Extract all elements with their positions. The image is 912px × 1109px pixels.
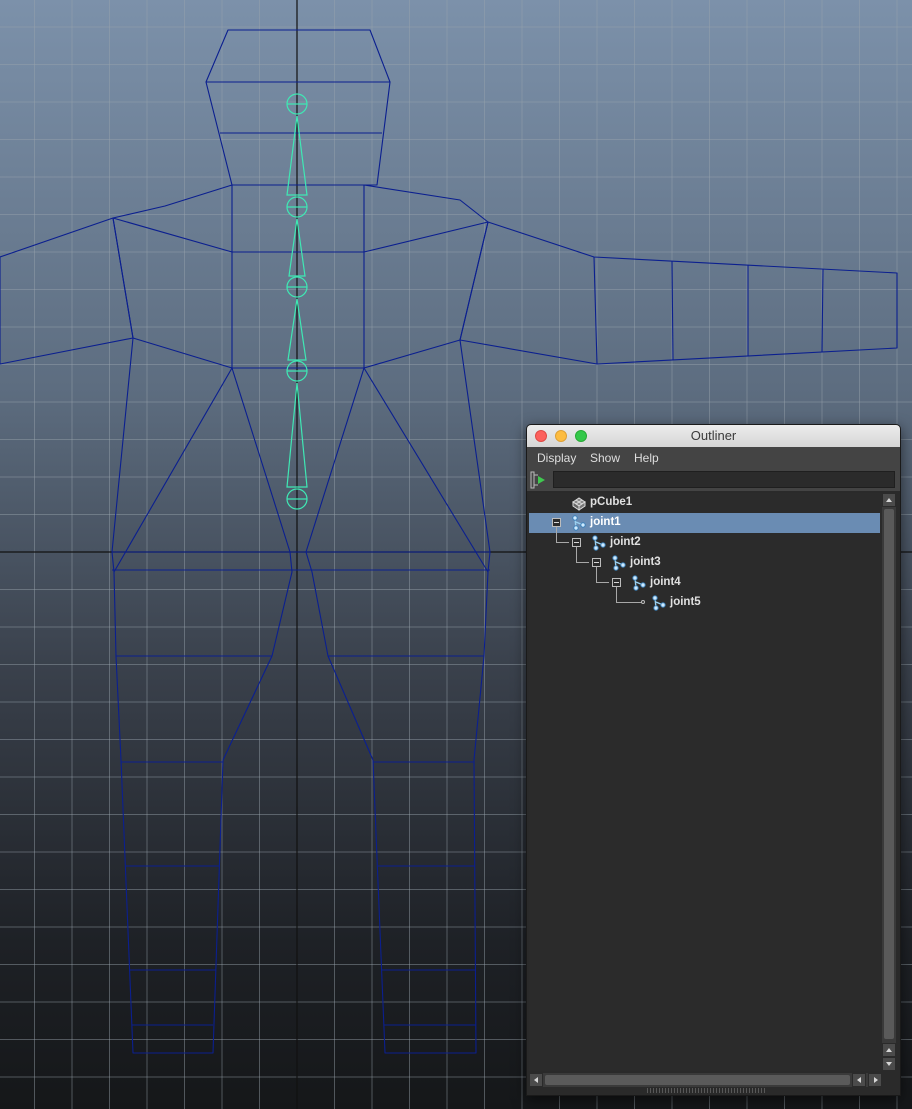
collapse-toggle-icon[interactable] (612, 578, 621, 587)
filter-input[interactable] (553, 471, 895, 488)
outliner-item-label: joint2 (610, 536, 641, 548)
outliner-item-joint5[interactable]: joint5 (529, 587, 880, 613)
outliner-item-label: joint3 (630, 556, 661, 568)
mesh-edge (112, 217, 233, 253)
mesh-edge (363, 367, 489, 573)
mesh-edge (231, 367, 291, 553)
joint-icon (650, 594, 668, 612)
joint-icon (590, 534, 608, 552)
filter-bar (527, 469, 900, 491)
mesh-edge (132, 337, 233, 369)
outliner-item-label: joint4 (650, 576, 681, 588)
tree-connector (556, 527, 569, 543)
menu-bar: Display Show Help (527, 447, 900, 469)
tree-connector (616, 587, 643, 603)
menu-show[interactable]: Show (590, 451, 620, 465)
mesh-icon (570, 494, 588, 512)
mesh-edge (363, 221, 489, 253)
scroll-left-button[interactable] (852, 1073, 866, 1087)
collapse-toggle-icon[interactable] (572, 538, 581, 547)
outliner-item-joint4[interactable]: joint4 (529, 567, 880, 593)
leaf-node-icon (641, 600, 645, 604)
outliner-item-joint1[interactable]: joint1 (529, 513, 880, 533)
outliner-item-pCube1[interactable]: pCube1 (529, 493, 880, 513)
vertical-scrollbar[interactable] (882, 493, 896, 1071)
outliner-window[interactable]: Outliner Display Show Help pCube1 joint1 j… (526, 424, 901, 1096)
vertical-scroll-thumb[interactable] (884, 509, 894, 1039)
scroll-up-button[interactable] (882, 1043, 896, 1057)
joint-icon (610, 554, 628, 572)
window-title: Outliner (690, 428, 737, 443)
outliner-tree[interactable]: pCube1 joint1 joint2 joint3 joint4 joint5 (529, 493, 882, 1071)
outliner-item-label: pCube1 (590, 496, 633, 508)
collapse-toggle-icon[interactable] (552, 518, 561, 527)
scroll-down-button[interactable] (882, 1057, 896, 1071)
scroll-right-button[interactable] (868, 1073, 882, 1087)
tree-connector (596, 567, 609, 583)
collapse-toggle-icon[interactable] (592, 558, 601, 567)
joint-icon (570, 514, 588, 532)
mesh-arm-right[interactable] (0, 217, 134, 365)
mesh-edge (113, 367, 233, 573)
mesh-arm-left[interactable] (459, 221, 898, 365)
menu-help[interactable]: Help (634, 451, 659, 465)
menu-display[interactable]: Display (537, 451, 576, 465)
outliner-item-label: joint5 (670, 596, 701, 608)
filter-play-icon[interactable] (530, 471, 548, 489)
resize-grip[interactable] (647, 1088, 767, 1093)
window-titlebar[interactable]: Outliner (527, 425, 900, 448)
outliner-item-label: joint1 (590, 516, 621, 528)
scroll-left-button[interactable] (529, 1073, 543, 1087)
horizontal-scrollbar[interactable] (529, 1073, 882, 1087)
mesh-head[interactable] (205, 29, 391, 186)
outliner-item-joint3[interactable]: joint3 (529, 547, 880, 573)
tree-connector (576, 547, 589, 563)
mesh-edge (363, 339, 461, 369)
horizontal-scroll-thumb[interactable] (545, 1075, 850, 1085)
scroll-up-button[interactable] (882, 493, 896, 507)
